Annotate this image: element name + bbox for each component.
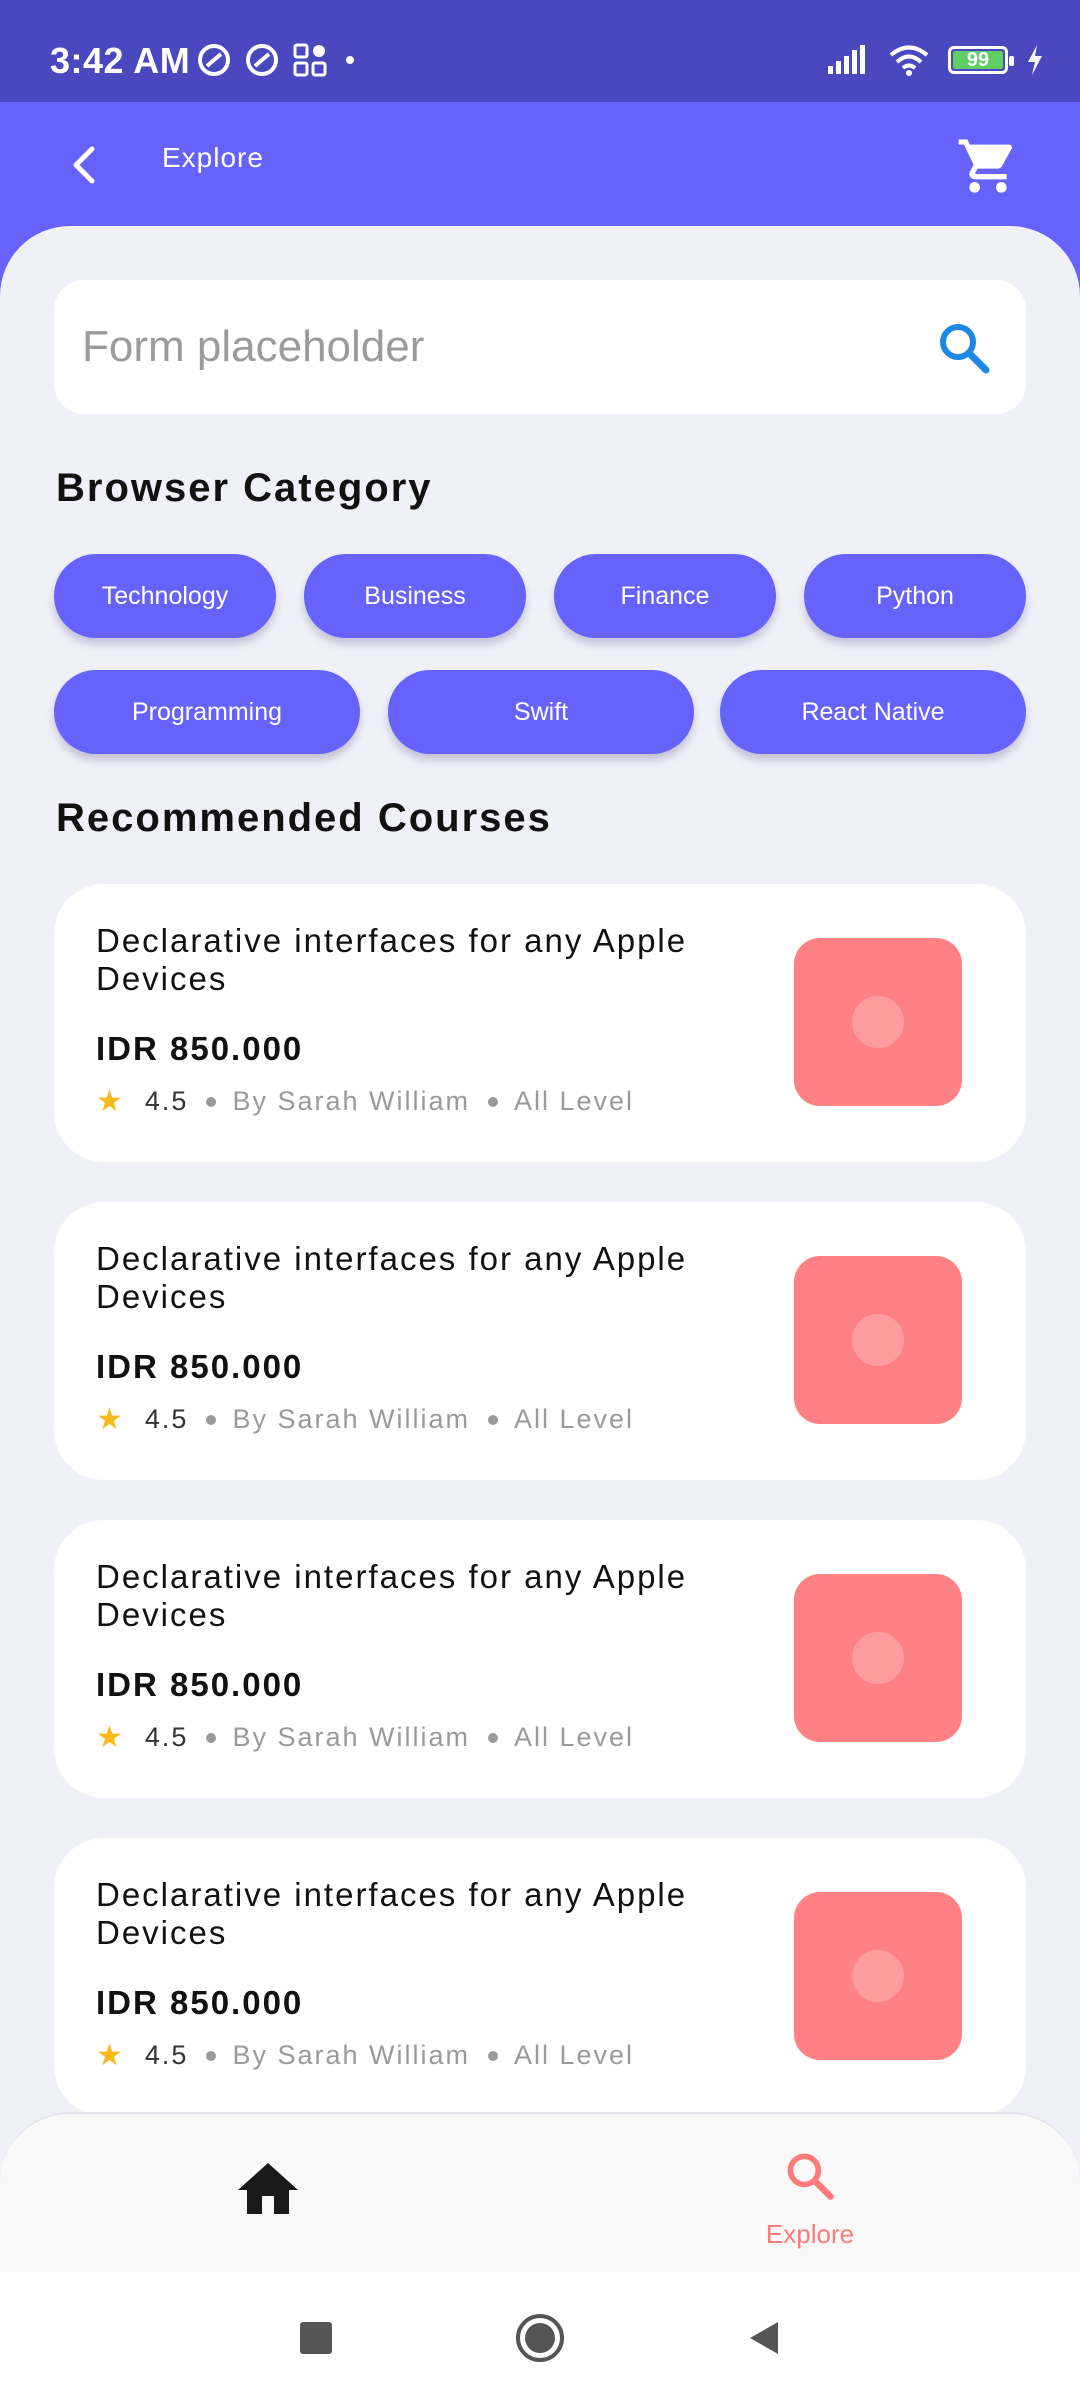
circle-home-icon bbox=[516, 2314, 564, 2362]
battery-level: 99 bbox=[966, 49, 990, 71]
course-author: By Sarah William bbox=[232, 1404, 470, 1434]
course-card[interactable]: Declarative interfaces for any Apple Dev… bbox=[54, 1520, 1026, 1798]
star-icon: ★ bbox=[96, 1085, 125, 1118]
dot-indicator-icon bbox=[346, 56, 354, 64]
category-chip-technology[interactable]: Technology bbox=[54, 554, 276, 638]
cart-icon bbox=[958, 139, 1013, 193]
nav-explore-button[interactable]: Explore bbox=[760, 2148, 860, 2250]
separator-dot bbox=[488, 1732, 498, 1743]
battery-icon: 99 bbox=[948, 46, 1014, 74]
course-author: By Sarah William bbox=[232, 1086, 470, 1116]
separator-dot bbox=[488, 1414, 498, 1425]
browse-category-heading: Browser Category bbox=[56, 466, 433, 510]
course-price: IDR 850.000 bbox=[96, 1030, 304, 1067]
course-title: Declarative interfaces for any Apple Dev… bbox=[96, 1876, 688, 1951]
course-thumbnail bbox=[794, 938, 962, 1106]
search-box bbox=[54, 280, 1026, 414]
course-card[interactable]: Declarative interfaces for any Apple Dev… bbox=[54, 884, 1026, 1162]
course-meta: ★ 4.5 By Sarah William All Level bbox=[96, 1720, 634, 1755]
app-bar: Explore bbox=[0, 102, 1080, 228]
category-chip-programming[interactable]: Programming bbox=[54, 670, 360, 754]
course-meta: ★ 4.5 By Sarah William All Level bbox=[96, 1084, 634, 1119]
course-title: Declarative interfaces for any Apple Dev… bbox=[96, 1240, 688, 1315]
search-input[interactable] bbox=[82, 310, 902, 384]
signal-icon bbox=[828, 45, 865, 74]
separator-dot bbox=[206, 1732, 217, 1743]
course-rating: 4.5 bbox=[144, 1404, 189, 1434]
status-bar: 3:42 AM 99 bbox=[0, 0, 1080, 102]
category-chip-python[interactable]: Python bbox=[804, 554, 1026, 638]
course-meta: ★ 4.5 By Sarah William All Level bbox=[96, 2038, 634, 2073]
course-thumbnail bbox=[794, 1256, 962, 1424]
notification-app-icon bbox=[198, 44, 230, 76]
course-price: IDR 850.000 bbox=[96, 1984, 304, 2021]
nav-home-button[interactable] bbox=[232, 2154, 304, 2226]
status-system-icons: 99 bbox=[826, 44, 1044, 76]
recommended-courses-heading: Recommended Courses bbox=[56, 796, 552, 840]
separator-dot bbox=[206, 1096, 217, 1107]
content-sheet: Browser Category Technology Business Fin… bbox=[0, 226, 1080, 2400]
separator-dot bbox=[488, 2050, 498, 2061]
charging-icon bbox=[1028, 45, 1042, 75]
chevron-left-icon bbox=[73, 146, 95, 184]
category-chip-react-native[interactable]: React Native bbox=[720, 670, 1026, 754]
wifi-icon bbox=[889, 45, 929, 76]
recent-apps-button[interactable] bbox=[290, 2312, 342, 2364]
course-level: All Level bbox=[514, 2040, 635, 2070]
course-card[interactable]: Declarative interfaces for any Apple Dev… bbox=[54, 1838, 1026, 2116]
category-chip-swift[interactable]: Swift bbox=[388, 670, 694, 754]
star-icon: ★ bbox=[96, 2039, 125, 2072]
course-author: By Sarah William bbox=[232, 2040, 470, 2070]
course-thumbnail bbox=[794, 1574, 962, 1742]
course-level: All Level bbox=[514, 1404, 635, 1434]
course-meta: ★ 4.5 By Sarah William All Level bbox=[96, 1402, 634, 1437]
square-icon bbox=[300, 2322, 332, 2354]
course-price: IDR 850.000 bbox=[96, 1348, 304, 1385]
triangle-back-icon bbox=[750, 2322, 778, 2354]
grid-apps-icon bbox=[293, 43, 327, 77]
cart-button[interactable] bbox=[950, 128, 1026, 204]
status-notification-icons bbox=[196, 42, 360, 78]
course-rating: 4.5 bbox=[144, 1722, 189, 1752]
search-icon bbox=[787, 2153, 834, 2200]
page-title: Explore bbox=[162, 142, 264, 173]
separator-dot bbox=[488, 1096, 498, 1107]
search-icon bbox=[940, 324, 990, 374]
separator-dot bbox=[206, 2050, 217, 2061]
home-system-button[interactable] bbox=[514, 2312, 566, 2364]
search-button[interactable] bbox=[934, 318, 994, 378]
nav-explore-label: Explore bbox=[765, 2219, 855, 2249]
separator-dot bbox=[206, 1414, 217, 1425]
course-thumbnail bbox=[794, 1892, 962, 2060]
star-icon: ★ bbox=[96, 1403, 125, 1436]
course-author: By Sarah William bbox=[232, 1722, 470, 1752]
star-icon: ★ bbox=[96, 1721, 125, 1754]
system-nav-bar bbox=[0, 2272, 1080, 2400]
category-chip-finance[interactable]: Finance bbox=[554, 554, 776, 638]
category-chip-business[interactable]: Business bbox=[304, 554, 526, 638]
bottom-nav: Explore bbox=[0, 2112, 1080, 2272]
course-level: All Level bbox=[514, 1086, 635, 1116]
status-time: 3:42 AM bbox=[50, 40, 191, 81]
course-rating: 4.5 bbox=[144, 1086, 189, 1116]
notification-app-icon bbox=[246, 44, 278, 76]
back-button[interactable] bbox=[56, 130, 112, 200]
course-level: All Level bbox=[514, 1722, 635, 1752]
course-price: IDR 850.000 bbox=[96, 1666, 304, 1703]
back-system-button[interactable] bbox=[738, 2312, 790, 2364]
course-rating: 4.5 bbox=[144, 2040, 189, 2070]
course-title: Declarative interfaces for any Apple Dev… bbox=[96, 1558, 688, 1633]
course-title: Declarative interfaces for any Apple Dev… bbox=[96, 922, 688, 997]
home-icon bbox=[238, 2163, 298, 2214]
course-card[interactable]: Declarative interfaces for any Apple Dev… bbox=[54, 1202, 1026, 1480]
